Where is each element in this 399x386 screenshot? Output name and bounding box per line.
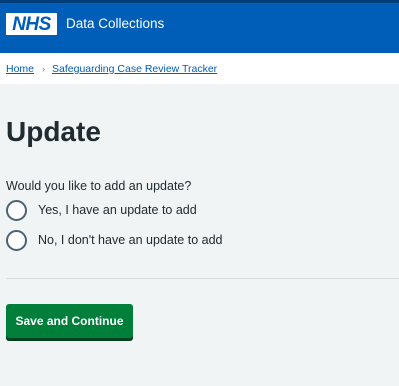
service-name[interactable]: Data Collections bbox=[66, 16, 164, 32]
breadcrumb: Home › Safeguarding Case Review Tracker bbox=[6, 63, 217, 75]
breadcrumb-home-link[interactable]: Home bbox=[6, 63, 34, 75]
chevron-right-icon: › bbox=[42, 64, 46, 74]
radio-option-yes[interactable]: Yes, I have an update to add bbox=[6, 200, 197, 221]
nhs-logo-text: NHS bbox=[12, 13, 51, 35]
page-title: Update bbox=[6, 116, 101, 147]
radio-label-yes[interactable]: Yes, I have an update to add bbox=[38, 203, 197, 218]
site-header: NHS Data Collections bbox=[0, 0, 399, 53]
radio-label-no[interactable]: No, I don't have an update to add bbox=[38, 233, 222, 248]
radio-button-yes[interactable] bbox=[6, 200, 27, 221]
section-divider bbox=[6, 278, 399, 279]
breadcrumb-bar: Home › Safeguarding Case Review Tracker bbox=[0, 53, 399, 84]
radio-button-no[interactable] bbox=[6, 230, 27, 251]
question-legend: Would you like to add an update? bbox=[6, 179, 192, 193]
breadcrumb-tracker-link[interactable]: Safeguarding Case Review Tracker bbox=[52, 63, 217, 75]
radio-option-no[interactable]: No, I don't have an update to add bbox=[6, 230, 222, 251]
save-and-continue-button[interactable]: Save and Continue bbox=[6, 304, 133, 338]
nhs-logo[interactable]: NHS bbox=[6, 13, 57, 35]
